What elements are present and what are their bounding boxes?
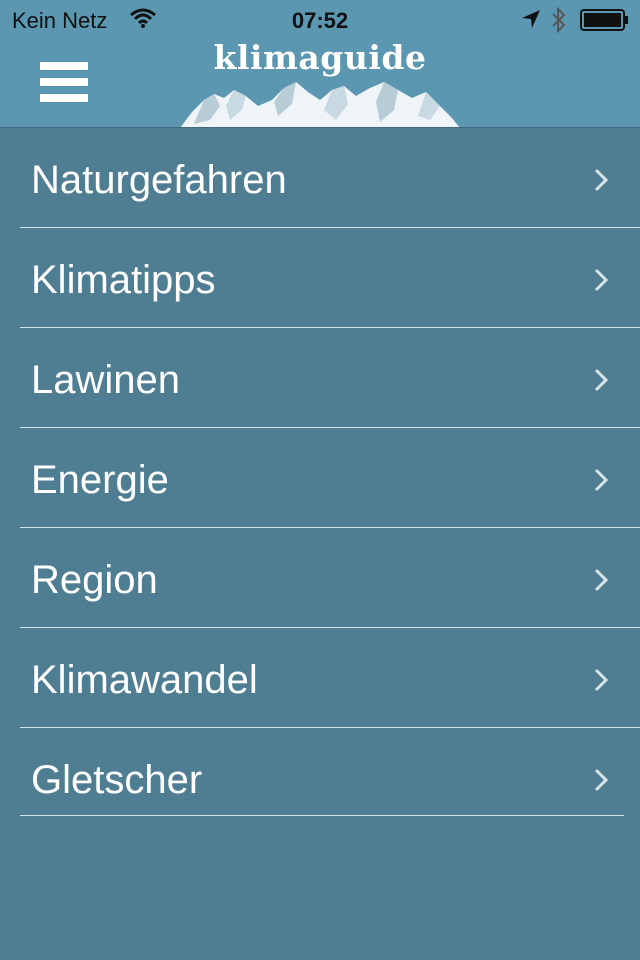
location-arrow-icon	[521, 9, 541, 35]
menu-item-label: Energie	[31, 458, 169, 502]
mountain-icon	[180, 82, 460, 127]
chevron-right-icon	[594, 768, 609, 797]
logo-text: klimaguide	[213, 38, 427, 77]
menu-item-label: Lawinen	[31, 358, 181, 402]
menu-item-region[interactable]: Region	[0, 528, 640, 628]
chevron-right-icon	[594, 468, 609, 497]
menu-item-klimawandel[interactable]: Klimawandel	[0, 628, 640, 728]
menu-item-label: Klimatipps	[31, 258, 216, 302]
menu-item-gletscher[interactable]: Gletscher	[0, 728, 640, 816]
chevron-right-icon	[594, 168, 609, 197]
menu-button[interactable]	[40, 62, 88, 102]
app-header: Kein Netz 07:52 klimaguide	[0, 0, 640, 128]
main-menu-list: Naturgefahren Klimatipps Lawinen Energie…	[0, 128, 640, 816]
app-logo: klimaguide	[180, 34, 460, 127]
menu-item-naturgefahren[interactable]: Naturgefahren	[0, 128, 640, 228]
menu-item-label: Naturgefahren	[31, 158, 287, 202]
menu-item-klimatipps[interactable]: Klimatipps	[0, 228, 640, 328]
bluetooth-icon	[551, 6, 567, 39]
chevron-right-icon	[594, 668, 609, 697]
menu-item-energie[interactable]: Energie	[0, 428, 640, 528]
menu-item-label: Gletscher	[31, 758, 203, 802]
status-time: 07:52	[291, 8, 349, 33]
chevron-right-icon	[594, 368, 609, 397]
menu-item-lawinen[interactable]: Lawinen	[0, 328, 640, 428]
battery-icon	[580, 9, 630, 37]
menu-item-label: Klimawandel	[31, 658, 258, 702]
chevron-right-icon	[594, 268, 609, 297]
menu-item-label: Region	[31, 558, 158, 602]
chevron-right-icon	[594, 568, 609, 597]
